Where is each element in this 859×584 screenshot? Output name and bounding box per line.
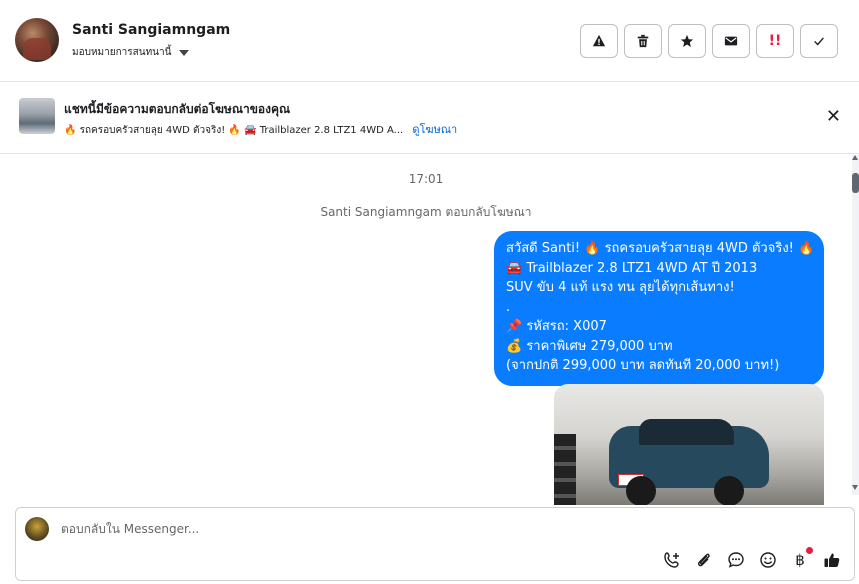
notification-dot xyxy=(806,547,813,554)
saved-reply-icon xyxy=(728,552,744,568)
trash-icon xyxy=(637,34,649,48)
reply-input[interactable] xyxy=(61,517,561,541)
add-contact-icon xyxy=(664,552,679,568)
follow-up-icon: !! xyxy=(768,33,782,49)
ad-banner-title: แชทนี้มีข้อความตอบกลับต่อโฆษณาของคุณ xyxy=(64,102,291,116)
message-line: . xyxy=(506,299,511,315)
conversation-header: Santi Sangiamngam มอบหมายการสนทนานี้ !! xyxy=(0,0,859,82)
thumbs-up-icon xyxy=(824,553,840,567)
thread-scrollbar[interactable] xyxy=(852,155,859,495)
scroll-down-arrow-icon[interactable] xyxy=(852,485,858,490)
mark-done-button[interactable] xyxy=(800,24,838,58)
check-icon xyxy=(814,37,824,46)
mail-icon xyxy=(724,36,738,46)
star-icon xyxy=(680,34,694,47)
page-avatar xyxy=(25,517,49,541)
car-photo-attachment[interactable] xyxy=(554,384,824,505)
view-ad-link[interactable]: ดูโฆษณา xyxy=(412,123,457,136)
scroll-thumb[interactable] xyxy=(852,173,859,193)
close-icon[interactable]: ✕ xyxy=(826,108,841,126)
ad-thumbnail[interactable] xyxy=(19,98,55,134)
caret-down-icon xyxy=(179,49,190,56)
mark-spam-button[interactable] xyxy=(580,24,618,58)
ad-reply-note: Santi Sangiamngam ตอบกลับโฆษณา xyxy=(320,205,532,219)
emoji-button[interactable] xyxy=(758,550,778,570)
message-composer: ฿ xyxy=(15,507,855,581)
assign-conversation-dropdown[interactable]: มอบหมายการสนทนานี้ xyxy=(72,45,190,60)
message-line: SUV ขับ 4 แท้ แรง ทน ลุยได้ทุกเส้นทาง! xyxy=(506,280,735,295)
assign-label: มอบหมายการสนทนานี้ xyxy=(72,47,172,58)
message-thread[interactable]: 17:01 Santi Sangiamngam ตอบกลับโฆษณา สวั… xyxy=(0,155,852,505)
contact-avatar[interactable] xyxy=(15,18,59,62)
mark-unread-button[interactable] xyxy=(712,24,750,58)
ad-banner-subtitle: 🔥 รถครอบครัวสายลุย 4WD ตัวจริง! 🔥 🚘 Trai… xyxy=(64,120,457,138)
ad-caption: 🔥 รถครอบครัวสายลุย 4WD ตัวจริง! 🔥 🚘 Trai… xyxy=(64,125,404,136)
outgoing-message-bubble[interactable]: สวัสดี Santi! 🔥 รถครอบครัวสายลุย 4WD ตัว… xyxy=(494,231,824,386)
car-wheel xyxy=(626,476,656,505)
scroll-up-arrow-icon[interactable] xyxy=(852,155,858,160)
payment-icon: ฿ xyxy=(795,551,805,569)
delete-button[interactable] xyxy=(624,24,662,58)
message-line: 💰 ราคาพิเศษ 279,000 บาท xyxy=(506,338,673,354)
tyre-stack xyxy=(554,434,576,505)
car-windshield xyxy=(639,419,734,445)
send-like-button[interactable] xyxy=(822,550,842,570)
contact-name[interactable]: Santi Sangiamngam xyxy=(72,22,230,38)
message-timestamp: 17:01 xyxy=(408,172,444,186)
car-wheel xyxy=(714,476,744,505)
attachment-icon xyxy=(698,553,710,567)
star-button[interactable] xyxy=(668,24,706,58)
message-line: สวัสดี Santi! 🔥 รถครอบครัวสายลุย 4WD ตัว… xyxy=(506,241,815,256)
emoji-icon xyxy=(760,552,776,568)
payment-button[interactable]: ฿ xyxy=(790,547,813,570)
header-actions: !! xyxy=(580,24,838,58)
message-line: 📌 รหัสรถ: X007 xyxy=(506,319,607,334)
message-line: 🚘 Trailblazer 2.8 LTZ1 4WD AT ปี 2013 xyxy=(506,260,758,276)
follow-up-button[interactable]: !! xyxy=(756,24,794,58)
warning-icon xyxy=(592,34,606,47)
add-contact-button[interactable] xyxy=(662,550,682,570)
ad-reply-banner: แชทนี้มีข้อความตอบกลับต่อโฆษณาของคุณ 🔥 ร… xyxy=(0,82,859,154)
saved-replies-button[interactable] xyxy=(726,550,746,570)
composer-tools: ฿ xyxy=(662,547,842,570)
attach-button[interactable] xyxy=(694,550,714,570)
message-line: (จากปกติ 299,000 บาท ลดทันที 20,000 บาท!… xyxy=(506,358,780,373)
